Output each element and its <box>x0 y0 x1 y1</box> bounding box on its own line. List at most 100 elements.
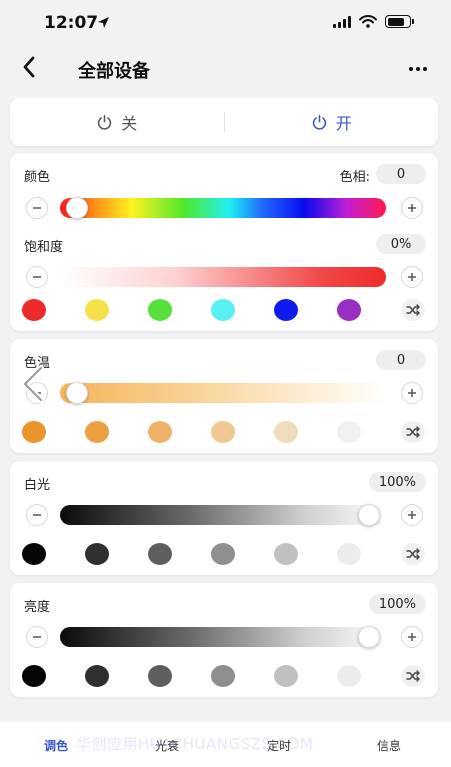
color-swatch[interactable] <box>337 665 361 687</box>
white-light-swatches <box>22 543 362 565</box>
status-bar: 12:07 <box>0 0 451 46</box>
brightness-swatches <box>22 665 362 687</box>
color-swatch[interactable] <box>274 665 298 687</box>
hue-slider-knob[interactable] <box>66 197 89 219</box>
brightness-label: 亮度 <box>24 600 51 615</box>
color-swatch[interactable] <box>22 665 46 687</box>
color-shuffle-button[interactable] <box>401 299 425 321</box>
brightness-slider[interactable] <box>60 626 386 648</box>
color-swatch[interactable] <box>337 299 361 321</box>
color-swatch[interactable] <box>337 543 361 565</box>
brightness-decrease-button[interactable] <box>26 626 48 648</box>
chevron-left-icon <box>22 365 44 403</box>
hue-value: 0 <box>376 164 426 184</box>
color-swatch[interactable] <box>274 299 298 321</box>
shuffle-icon <box>406 548 420 560</box>
temperature-card: 色温 0 <box>10 339 438 453</box>
white-light-card: 白光 100% <box>10 461 438 575</box>
back-button[interactable] <box>14 52 44 82</box>
more-button[interactable] <box>405 56 431 82</box>
color-swatch[interactable] <box>148 299 172 321</box>
hue-decrease-button[interactable] <box>26 197 48 219</box>
brightness-card: 亮度 100% <box>10 583 438 697</box>
color-swatch[interactable] <box>148 543 172 565</box>
status-time: 12:07 <box>44 13 99 33</box>
power-off-label: 关 <box>121 114 138 133</box>
minus-icon <box>33 514 41 516</box>
plus-icon <box>408 389 416 397</box>
minus-icon <box>33 276 41 278</box>
tab-decay[interactable]: 光衰 <box>155 737 179 754</box>
hue-increase-button[interactable] <box>401 197 423 219</box>
bottom-tab-bar: 华创应用HUACHUANGSZS.COM 调色 光衰 定时 信息 <box>0 722 451 767</box>
temperature-slider-knob[interactable] <box>66 382 89 404</box>
page-title: 全部设备 <box>78 61 150 82</box>
color-swatch[interactable] <box>22 421 46 443</box>
color-swatch[interactable] <box>274 543 298 565</box>
color-swatch[interactable] <box>211 299 235 321</box>
white-light-label: 白光 <box>24 478 51 493</box>
plus-icon <box>408 204 416 212</box>
plus-icon <box>408 633 416 641</box>
brightness-increase-button[interactable] <box>401 626 423 648</box>
hue-slider[interactable] <box>60 197 386 219</box>
power-icon <box>312 114 326 130</box>
color-label: 颜色 <box>24 170 51 185</box>
white-light-shuffle-button[interactable] <box>401 543 425 565</box>
color-card: 颜色 色相: 0 饱和度 0% <box>10 153 438 331</box>
temperature-swatches <box>22 421 362 443</box>
color-swatch[interactable] <box>85 421 109 443</box>
power-on-button[interactable]: 开 <box>225 98 439 146</box>
temperature-value: 0 <box>376 350 426 370</box>
saturation-value: 0% <box>376 234 426 254</box>
color-swatch[interactable] <box>85 543 109 565</box>
edge-back-button[interactable] <box>16 364 50 404</box>
battery-icon <box>385 15 414 28</box>
white-light-value: 100% <box>368 472 426 492</box>
location-arrow-icon <box>98 17 109 28</box>
nav-bar: 全部设备 <box>0 46 451 90</box>
white-light-decrease-button[interactable] <box>26 504 48 526</box>
tab-color[interactable]: 调色 <box>44 737 68 754</box>
chevron-left-icon <box>23 56 35 78</box>
brightness-slider-knob[interactable] <box>357 626 380 648</box>
color-swatches <box>22 299 362 321</box>
tab-info[interactable]: 信息 <box>377 737 401 754</box>
tab-timer[interactable]: 定时 <box>267 737 291 754</box>
cellular-signal-icon <box>333 15 351 28</box>
shuffle-icon <box>406 426 420 438</box>
minus-icon <box>33 636 41 638</box>
color-swatch[interactable] <box>211 543 235 565</box>
white-light-slider-knob[interactable] <box>357 504 380 526</box>
color-swatch[interactable] <box>22 543 46 565</box>
power-card: 关 开 <box>10 98 438 146</box>
hue-label: 色相: <box>339 170 370 185</box>
color-swatch[interactable] <box>85 665 109 687</box>
power-on-label: 开 <box>335 114 352 133</box>
temperature-increase-button[interactable] <box>401 382 423 404</box>
white-light-slider[interactable] <box>60 504 386 526</box>
saturation-slider[interactable] <box>60 267 386 287</box>
color-swatch[interactable] <box>148 421 172 443</box>
brightness-shuffle-button[interactable] <box>401 665 425 687</box>
saturation-increase-button[interactable] <box>401 266 423 288</box>
color-swatch[interactable] <box>337 421 361 443</box>
wifi-icon <box>359 15 377 28</box>
power-off-button[interactable]: 关 <box>10 98 224 146</box>
plus-icon <box>408 273 416 281</box>
color-swatch[interactable] <box>274 421 298 443</box>
color-swatch[interactable] <box>148 665 172 687</box>
color-swatch[interactable] <box>22 299 46 321</box>
temperature-shuffle-button[interactable] <box>401 421 425 443</box>
minus-icon <box>33 207 41 209</box>
brightness-value: 100% <box>368 594 426 614</box>
temperature-slider[interactable] <box>60 382 386 404</box>
shuffle-icon <box>406 304 420 316</box>
shuffle-icon <box>406 670 420 682</box>
white-light-increase-button[interactable] <box>401 504 423 526</box>
saturation-label: 饱和度 <box>24 240 64 255</box>
color-swatch[interactable] <box>85 299 109 321</box>
saturation-decrease-button[interactable] <box>26 266 48 288</box>
color-swatch[interactable] <box>211 665 235 687</box>
color-swatch[interactable] <box>211 421 235 443</box>
